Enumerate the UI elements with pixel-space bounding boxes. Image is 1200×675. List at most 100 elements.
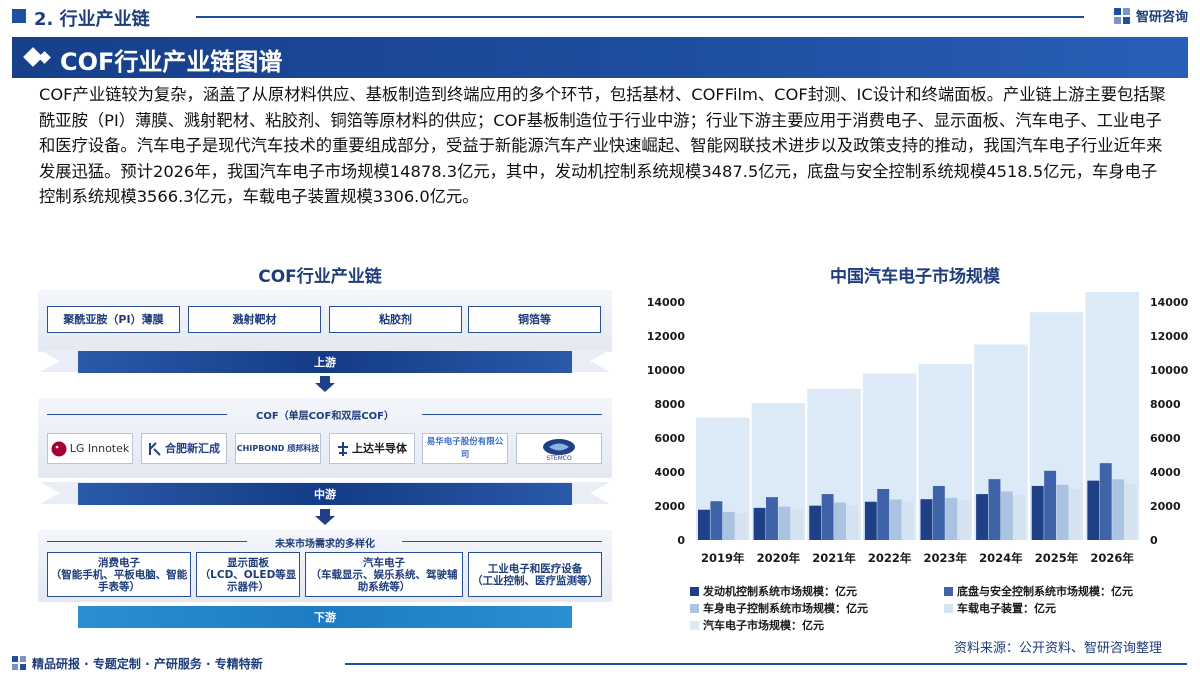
upstream-item: 聚酰亚胺（PI）薄膜 <box>47 306 180 333</box>
diamond-small-icon <box>38 51 51 64</box>
legend-swatch <box>690 620 699 630</box>
bar-2 <box>1112 479 1125 540</box>
upstream-item: 铜箔等 <box>468 306 601 333</box>
y-tick-label-left: 12000 <box>647 330 686 343</box>
bar-3 <box>846 505 859 540</box>
bar-2 <box>1056 484 1069 540</box>
legend-item: 发动机控制系统市场规模：亿元 <box>690 583 857 599</box>
y-tick-label-left: 6000 <box>654 432 685 445</box>
x-tick-label: 2020年 <box>757 551 801 565</box>
header-divider <box>196 16 1084 18</box>
y-tick-label-right: 0 <box>1150 534 1158 547</box>
bar-1 <box>1099 463 1112 540</box>
divider-line <box>47 541 247 542</box>
market-size-chart: 0 0 2000 2000 4000 4000 6000 6000 8000 8000 10000 1… <box>647 292 1189 565</box>
bar-0 <box>1031 485 1044 540</box>
bar-1 <box>766 497 778 540</box>
x-tick-label: 2026年 <box>1090 551 1134 565</box>
y-tick-label-left: 4000 <box>654 466 685 479</box>
chart-title: 中国汽车电子市场规模 <box>830 267 1000 287</box>
chain-title: COF行业产业链 <box>258 267 382 287</box>
upstream-stage-bar: 上游 <box>78 351 572 373</box>
bar-0 <box>976 494 989 540</box>
arrow-down-icon <box>315 376 335 392</box>
banner-title: COF行业产业链图谱 <box>60 48 283 76</box>
bar-1 <box>821 494 834 540</box>
bar-2 <box>778 506 791 540</box>
downstream-item: 消费电子 （智能手机、平板电脑、智能手表等） <box>47 552 191 597</box>
bar-2 <box>945 497 958 540</box>
downstream-item: 汽车电子 （车载显示、娱乐系统、驾驶辅助系统等） <box>305 552 463 597</box>
bar-0 <box>809 505 822 540</box>
bar-0 <box>698 509 710 540</box>
downstream-item: 工业电子和医疗设备 （工业控制、医疗监测等） <box>468 552 602 597</box>
footer-text: 精品研报 · 专题定制 · 产研服务 · 专精特新 <box>32 657 263 671</box>
bar-2 <box>834 502 846 540</box>
y-tick-label-left: 8000 <box>654 398 685 411</box>
bar-3 <box>1013 494 1026 540</box>
bar-1 <box>710 501 723 540</box>
y-tick-label-left: 2000 <box>654 500 685 513</box>
bar-1 <box>1044 470 1057 540</box>
lg-logo-icon <box>51 441 67 456</box>
bar-3 <box>957 499 970 540</box>
bar-3 <box>902 501 914 540</box>
legend-item: 汽车电子市场规模：亿元 <box>690 617 824 633</box>
top-bar: 2. 行业产业链 智研咨询 <box>0 0 1200 34</box>
downstream-sublabel: 未来市场需求的多样化 <box>275 539 375 550</box>
footer: 精品研报 · 专题定制 · 产研服务 · 专精特新 <box>0 652 1200 675</box>
y-tick-label-right: 6000 <box>1150 432 1181 445</box>
x-tick-label: 2021年 <box>812 551 856 565</box>
stemco-caption: STEMCO <box>546 455 572 462</box>
divider-line <box>47 414 227 415</box>
y-tick-label-right: 8000 <box>1150 398 1181 411</box>
upstream-item: 粘胶剂 <box>329 306 462 333</box>
bar-0 <box>864 501 877 540</box>
section-title: 2. 行业产业链 <box>34 9 150 30</box>
x-tick-label: 2023年 <box>924 551 968 565</box>
brand-logo-icon <box>1113 7 1130 24</box>
y-tick-label-right: 12000 <box>1150 330 1189 343</box>
divider-line <box>402 541 602 542</box>
midstream-stage-bar: 中游 <box>78 483 572 505</box>
bar-3 <box>790 509 803 540</box>
arrow-down-icon <box>315 509 335 525</box>
intro-paragraph: COF产业链较为复杂，涵盖了从原材料供应、基板制造到终端应用的多个环节，包括基材… <box>39 85 1166 207</box>
bar-1 <box>932 485 945 540</box>
y-tick-label-right: 4000 <box>1150 466 1181 479</box>
shangda-logo-icon <box>338 441 348 456</box>
footer-divider <box>345 663 1187 665</box>
company-logo-chipbond: CHIPBOND 颀邦科技 <box>235 433 321 464</box>
upstream-item: 溅射靶材 <box>188 306 321 333</box>
x-tick-label: 2025年 <box>1035 551 1079 565</box>
y-tick-label-right: 2000 <box>1150 500 1181 513</box>
bar-2 <box>889 499 902 540</box>
brand-name: 智研咨询 <box>1135 10 1188 25</box>
company-logo-yihua: 易华电子股份有限公司 <box>422 433 508 464</box>
bar-0 <box>1087 480 1100 540</box>
company-logo-shangda: 上达半导体 <box>329 433 415 464</box>
company-logo-lg-innotek: LG Innotek <box>47 433 133 464</box>
legend-swatch <box>944 586 953 596</box>
downstream-item: 显示面板 （LCD、OLED等显示器件） <box>196 552 300 597</box>
bar-3 <box>735 513 748 540</box>
y-tick-label-right: 10000 <box>1150 364 1189 377</box>
y-tick-label-left: 0 <box>677 534 685 547</box>
y-tick-label-left: 10000 <box>647 364 686 377</box>
y-tick-label-left: 14000 <box>647 296 686 309</box>
legend-swatch <box>944 603 953 613</box>
brand: 智研咨询 <box>1113 6 1188 25</box>
legend-swatch <box>690 586 699 596</box>
bar-2 <box>722 511 735 540</box>
bar-2 <box>1000 491 1013 540</box>
title-banner: COF行业产业链图谱 <box>12 37 1188 78</box>
legend-item: 底盘与安全控制系统市场规模：亿元 <box>944 583 1133 599</box>
bar-3 <box>1124 483 1137 540</box>
y-tick-label-right: 14000 <box>1150 296 1189 309</box>
section-marker-icon <box>12 9 26 23</box>
x-tick-label: 2022年 <box>868 551 912 565</box>
bar-1 <box>988 479 1001 540</box>
company-logo-hefei: 合肥新汇成 <box>141 433 227 464</box>
footer-logo-icon <box>12 656 26 670</box>
bar-0 <box>920 499 933 540</box>
